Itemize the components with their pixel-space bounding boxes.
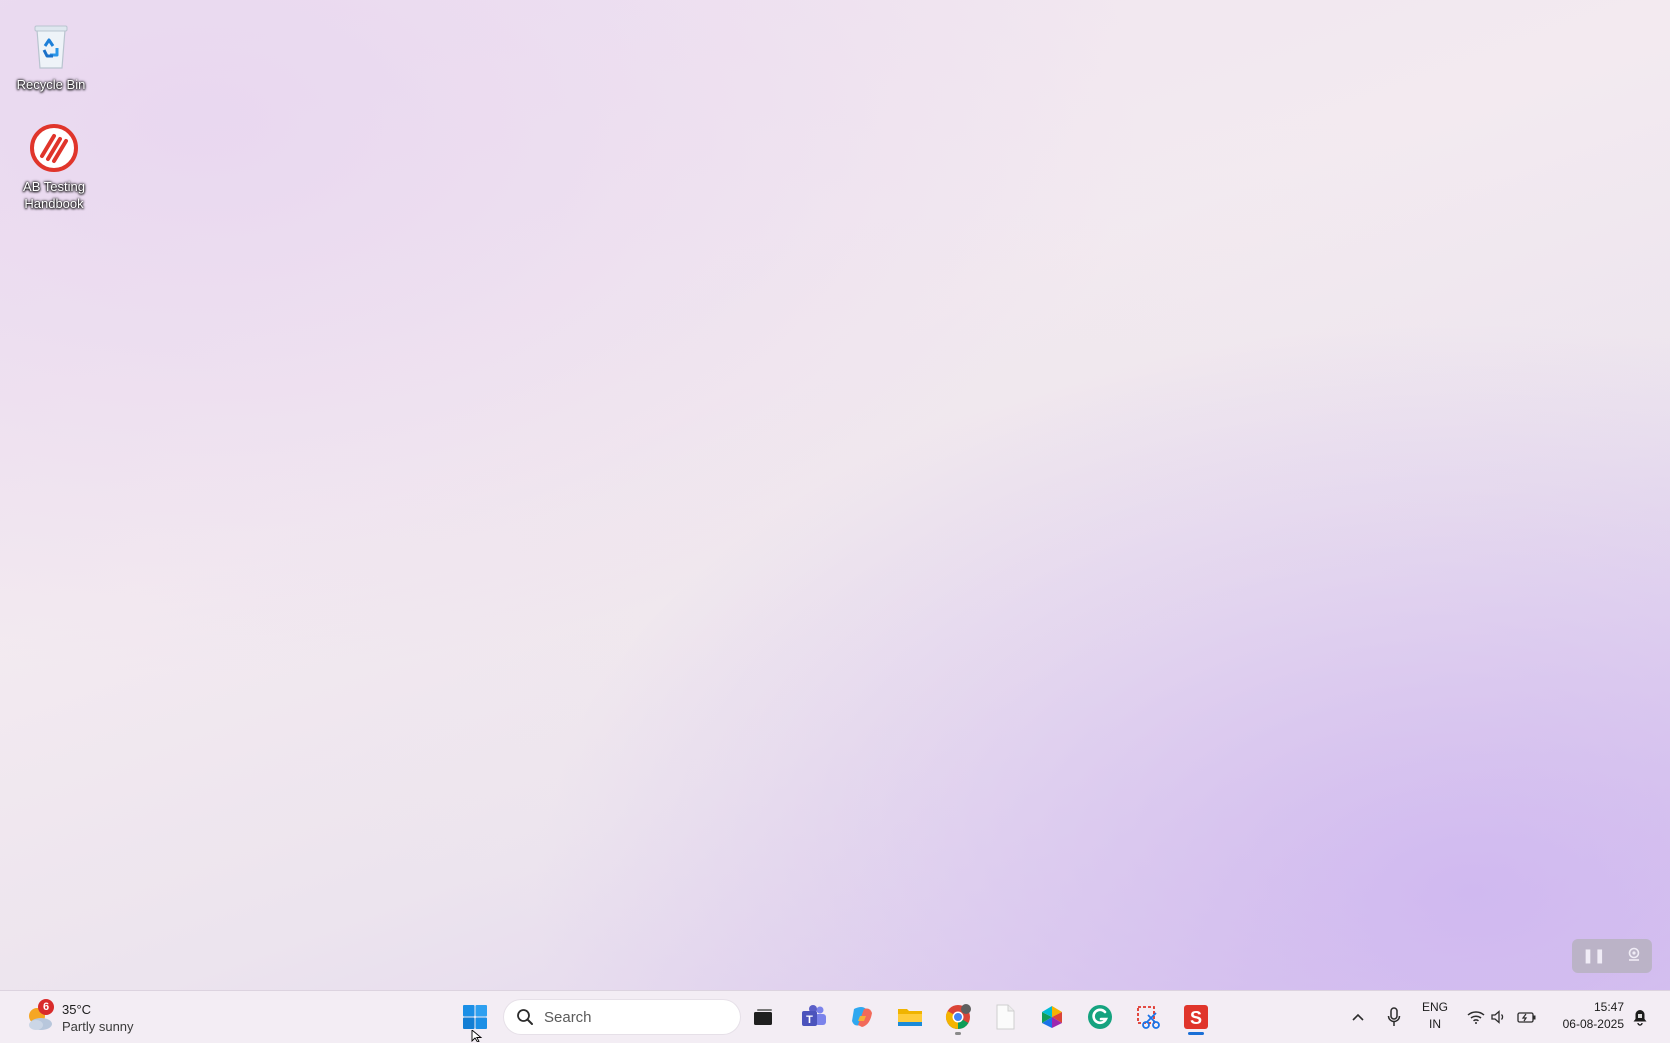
chevron-up-icon	[1352, 1013, 1364, 1021]
notification-center-button[interactable]	[1628, 991, 1652, 1043]
microphone-icon	[1387, 1007, 1401, 1026]
teams-icon: T	[802, 1005, 826, 1026]
weather-condition: Partly sunny	[62, 1018, 134, 1034]
pause-icon[interactable]: ❚❚	[1582, 948, 1605, 964]
recycle-bin-icon	[25, 20, 77, 72]
running-indicator	[955, 1032, 961, 1035]
taskbar-app-chrome[interactable]	[938, 997, 978, 1037]
weather-alert-badge: 6	[38, 999, 54, 1015]
blank-file-icon	[996, 1004, 1015, 1030]
taskbar-app-grammarly[interactable]	[1080, 997, 1120, 1037]
file-explorer-icon	[898, 1009, 922, 1026]
partly-sunny-icon: 6	[24, 999, 54, 1033]
webcam-icon[interactable]	[1626, 946, 1642, 966]
search-icon	[517, 1009, 533, 1025]
system-clock[interactable]: 15:47 06-08-2025	[1548, 999, 1624, 1033]
copilot-icon	[852, 1007, 872, 1027]
taskbar-app-blank-file[interactable]	[985, 997, 1025, 1037]
wifi-icon	[1467, 1011, 1485, 1024]
taskbar-app-file-explorer[interactable]	[890, 997, 930, 1037]
grammarly-icon	[1088, 1005, 1112, 1029]
ab-testing-handbook-icon	[28, 122, 80, 174]
active-app-indicator	[1188, 1032, 1204, 1035]
windows-start-icon	[463, 1005, 487, 1029]
search-placeholder: Search	[544, 1008, 592, 1026]
network-button[interactable]	[1464, 991, 1488, 1043]
volume-button[interactable]	[1488, 991, 1510, 1043]
snipping-tool-icon	[1137, 1006, 1160, 1029]
battery-icon	[1517, 1012, 1536, 1023]
mouse-pointer-icon	[471, 1030, 483, 1042]
taskbar-app-copilot[interactable]	[842, 997, 882, 1037]
photos-icon	[1042, 1006, 1062, 1028]
task-view-icon	[754, 1009, 772, 1025]
clock-time: 15:47	[1593, 1000, 1624, 1014]
taskbar-search-box[interactable]: Search	[504, 1000, 740, 1034]
taskbar-app-snipping-tool[interactable]	[1128, 997, 1168, 1037]
taskbar-app-screencast[interactable]: S	[1176, 997, 1216, 1037]
desktop-icon-label: Recycle Bin	[16, 77, 86, 92]
weather-temperature: 35°C	[62, 1001, 92, 1017]
show-hidden-icons-button[interactable]	[1346, 991, 1370, 1043]
taskbar-app-photos[interactable]	[1032, 997, 1072, 1037]
screencast-s-icon: S	[1184, 1005, 1208, 1029]
taskbar: 6 35°C Partly sunny Search T S ENG IN 15…	[0, 990, 1670, 1043]
weather-widget[interactable]: 6 35°C Partly sunny	[24, 999, 134, 1037]
notification-bell-icon	[1633, 1010, 1647, 1026]
desktop-icon-ab-testing-handbook[interactable]: AB Testing Handbook	[12, 122, 96, 212]
clock-date: 06-08-2025	[1562, 1017, 1624, 1031]
svg-text:S: S	[1190, 1008, 1202, 1028]
language-code: ENG	[1421, 1000, 1448, 1014]
microphone-button[interactable]	[1382, 991, 1406, 1043]
chrome-icon	[945, 1004, 971, 1030]
taskbar-app-teams[interactable]: T	[794, 997, 834, 1037]
desktop-icon-recycle-bin[interactable]: Recycle Bin	[9, 20, 93, 93]
desktop-icon-label: AB Testing Handbook	[23, 179, 85, 211]
input-language-indicator[interactable]: ENG IN	[1418, 999, 1452, 1033]
taskbar-app-task-view[interactable]	[743, 997, 783, 1037]
svg-text:T: T	[806, 1014, 813, 1026]
volume-icon	[1491, 1010, 1504, 1024]
region-code: IN	[1429, 1017, 1441, 1031]
recorder-widget[interactable]: ❚❚	[1572, 939, 1652, 973]
battery-button[interactable]	[1514, 991, 1540, 1043]
desktop-background[interactable]: Recycle Bin AB Testing Handbook ❚❚	[0, 0, 1670, 990]
